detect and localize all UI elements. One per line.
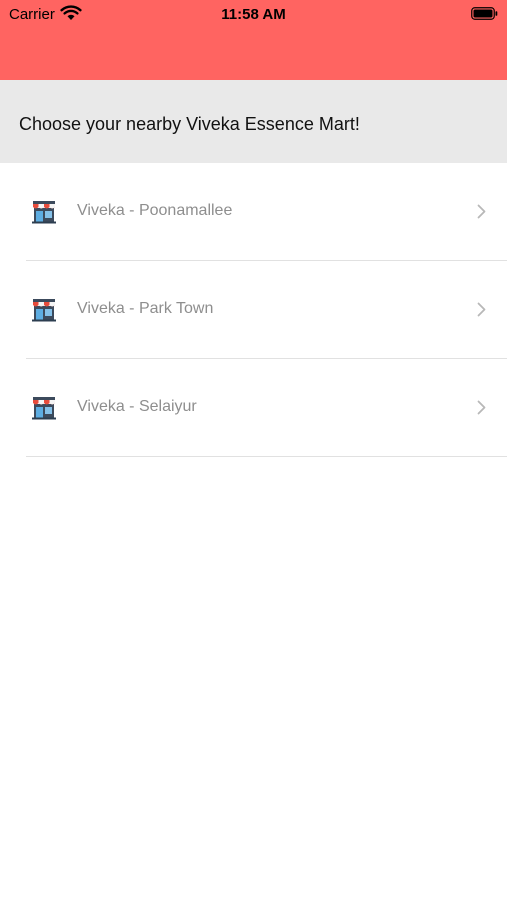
store-item-label: Viveka - Selaiyur [77,398,197,415]
store-icon [32,397,56,420]
status-time: 11:58 AM [221,6,286,23]
store-item-poonamallee[interactable]: Viveka - Poonamallee [0,163,507,261]
status-bar: Carrier 11:58 AM [0,0,507,80]
row-divider [26,456,507,457]
page-title: Choose your nearby Viveka Essence Mart! [19,114,360,134]
chevron-right-icon [477,400,486,415]
battery-icon [471,7,498,20]
store-icon [32,201,56,224]
store-icon [32,299,56,322]
chevron-right-icon [477,204,486,219]
store-item-park-town[interactable]: Viveka - Park Town [0,261,507,359]
store-list: Viveka - Poonamallee Viveka - Park Town [0,163,507,457]
page-header: Choose your nearby Viveka Essence Mart! [0,80,507,163]
store-item-label: Viveka - Park Town [77,300,214,317]
store-item-selaiyur[interactable]: Viveka - Selaiyur [0,359,507,457]
chevron-right-icon [477,302,486,317]
store-item-label: Viveka - Poonamallee [77,202,233,219]
